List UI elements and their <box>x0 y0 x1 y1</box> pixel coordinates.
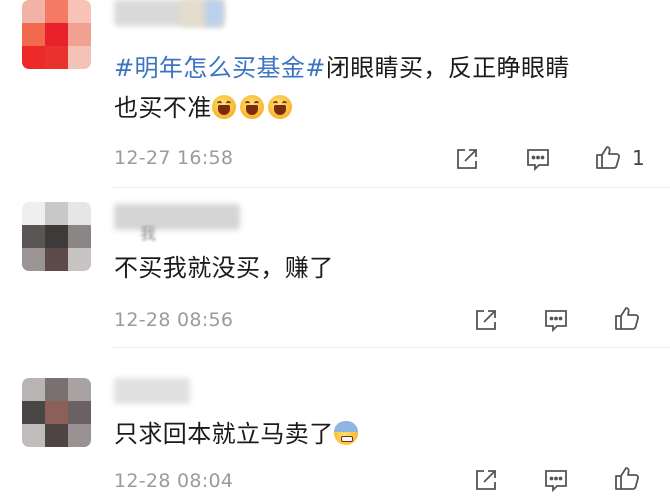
topic-link[interactable]: #明年怎么买基金# <box>114 54 326 82</box>
username-blurred[interactable] <box>114 204 240 230</box>
like-count: 1 <box>632 146 645 170</box>
comment-text-line2: 也买不准 <box>114 94 212 122</box>
laughing-emoji-icon <box>267 95 292 119</box>
comment-item-1: #明年怎么买基金#闭眼睛买，反正睁眼睛 也买不准 12-27 16:58 1 <box>0 0 670 188</box>
share-icon[interactable] <box>472 466 500 494</box>
nervous-emoji-icon <box>333 421 358 445</box>
comment-text: 不买我就没买，赚了 <box>114 254 334 282</box>
comment-time: 12-27 16:58 <box>114 147 234 169</box>
comment-time: 12-28 08:56 <box>114 309 234 331</box>
comment-item-2: 我 不买我就没买，赚了 12-28 08:56 <box>0 188 670 348</box>
avatar[interactable] <box>22 378 91 447</box>
share-icon[interactable] <box>472 306 500 334</box>
comment-text-body: 只求回本就立马卖了 <box>114 420 334 448</box>
share-icon[interactable] <box>453 145 481 173</box>
like-icon[interactable] <box>594 143 622 171</box>
comment-icon[interactable] <box>542 306 570 334</box>
comment-icon[interactable] <box>524 145 552 173</box>
avatar[interactable] <box>22 202 91 271</box>
laughing-emoji-icon <box>239 95 264 119</box>
badge-blurred <box>205 0 223 26</box>
like-icon[interactable] <box>613 464 641 492</box>
comment-icon[interactable] <box>542 466 570 494</box>
comment-item-3: 只求回本就立马卖了 12-28 08:04 <box>0 348 670 500</box>
comment-text: 只求回本就立马卖了 <box>114 414 362 454</box>
comment-time: 12-28 08:04 <box>114 470 234 492</box>
laughing-emoji-icon <box>211 95 236 119</box>
like-icon[interactable] <box>613 304 641 332</box>
comment-text: #明年怎么买基金#闭眼睛买，反正睁眼睛 也买不准 <box>114 48 570 128</box>
username-blurred[interactable] <box>114 378 190 404</box>
username-partial: 我 <box>140 224 157 243</box>
comment-text-line1: 闭眼睛买，反正睁眼睛 <box>325 54 570 82</box>
avatar[interactable] <box>22 0 91 69</box>
